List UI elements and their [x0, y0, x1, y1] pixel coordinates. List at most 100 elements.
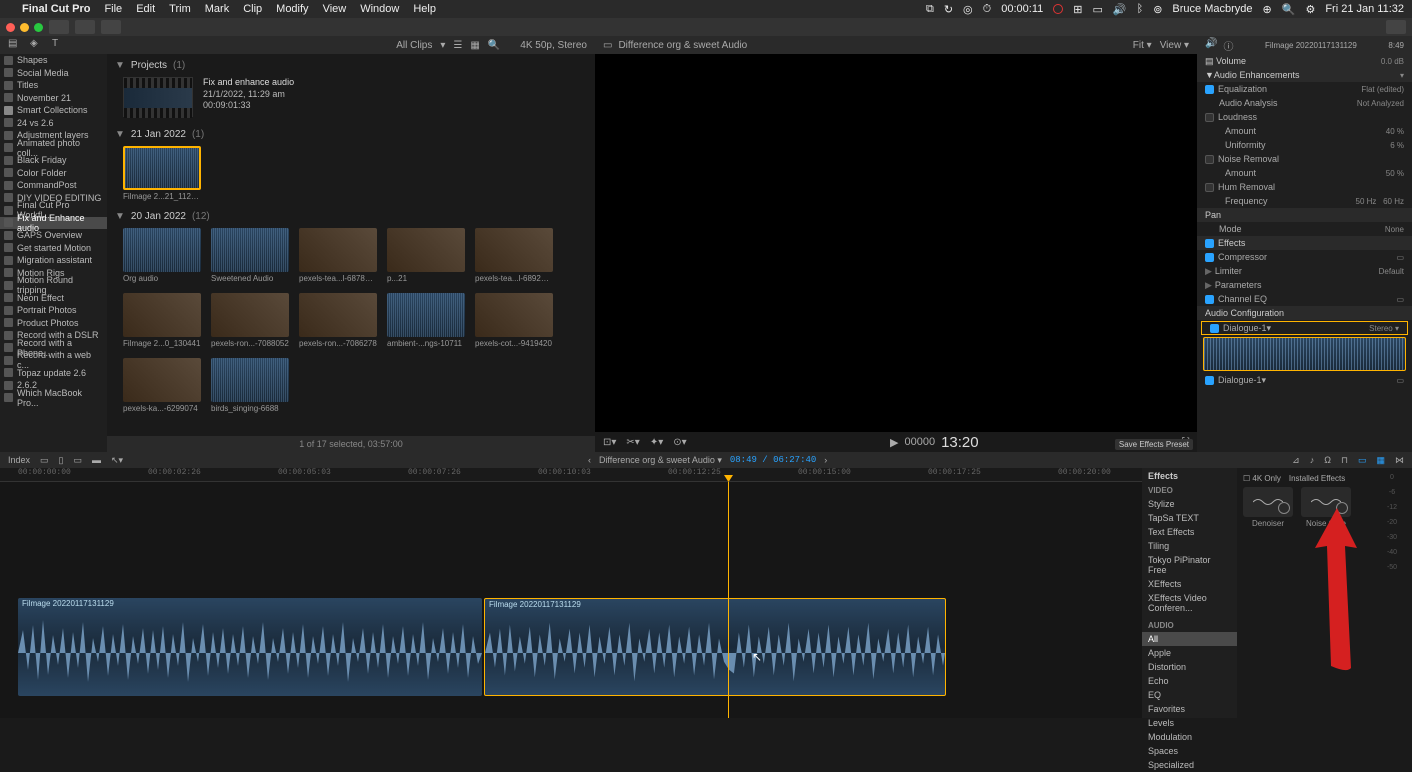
- disclosure-icon[interactable]: ▼: [115, 129, 125, 140]
- audio-inspector-icon[interactable]: 🔊: [1205, 38, 1217, 53]
- effect-category[interactable]: Modulation: [1142, 730, 1237, 744]
- index-button[interactable]: Index: [8, 455, 30, 465]
- menu-file[interactable]: File: [104, 3, 122, 15]
- params-disclosure[interactable]: ▶: [1205, 280, 1212, 291]
- sidebar-item[interactable]: Color Folder: [0, 167, 107, 180]
- effect-category[interactable]: Tokyo PiPinator Free: [1142, 553, 1237, 577]
- zoom-window-icon[interactable]: [34, 23, 43, 32]
- clip-item[interactable]: pexels-tea...l-6892918: [475, 228, 553, 283]
- compressor-checkbox[interactable]: [1205, 253, 1214, 262]
- timeline-title[interactable]: Difference org & sweet Audio ▾: [599, 455, 722, 466]
- effect-category[interactable]: Specialized: [1142, 758, 1237, 772]
- tool-select-icon[interactable]: ↖▾: [111, 455, 123, 466]
- retime-tool-icon[interactable]: ⊙▾: [673, 437, 686, 448]
- import-button[interactable]: [49, 20, 69, 34]
- menu-clip[interactable]: Clip: [243, 3, 262, 15]
- sidebar-item[interactable]: Titles: [0, 79, 107, 92]
- audio-skim-icon[interactable]: ♪: [1310, 455, 1315, 465]
- cheq-checkbox[interactable]: [1205, 295, 1214, 304]
- clock-date[interactable]: Fri 21 Jan 11:32: [1325, 3, 1404, 15]
- clip-item[interactable]: pexels-ron...-7086278: [299, 293, 377, 348]
- effect-category[interactable]: EQ: [1142, 688, 1237, 702]
- solo-icon[interactable]: Ω: [1324, 455, 1331, 465]
- snap-icon[interactable]: ⊓: [1341, 455, 1348, 466]
- timeline-clip-2[interactable]: Filmage 20220117131129: [484, 598, 946, 696]
- transform-tool-icon[interactable]: ⊡▾: [603, 437, 616, 448]
- menu-view[interactable]: View: [323, 3, 347, 15]
- clip-item[interactable]: birds_singing-6688: [211, 358, 289, 413]
- clip-item[interactable]: Org audio: [123, 228, 201, 283]
- viewer-canvas[interactable]: [595, 54, 1197, 432]
- menu-edit[interactable]: Edit: [136, 3, 155, 15]
- share-button[interactable]: [1386, 20, 1406, 34]
- audio-enhancements-header[interactable]: Audio Enhancements: [1214, 70, 1300, 80]
- close-window-icon[interactable]: [6, 23, 15, 32]
- timeline-ruler[interactable]: 00:00:00:0000:00:02:2600:00:05:0300:00:0…: [0, 468, 1142, 482]
- effect-category[interactable]: XEffects: [1142, 577, 1237, 591]
- skimming-icon[interactable]: ⊿: [1292, 455, 1300, 466]
- menu-window[interactable]: Window: [360, 3, 399, 15]
- timeline-clip-1[interactable]: Filmage 20220117131129: [18, 598, 482, 696]
- clip-appearance-icon[interactable]: ▦: [470, 40, 479, 51]
- projects-header[interactable]: ▼ Projects (1): [115, 58, 587, 73]
- record-icon[interactable]: [1053, 4, 1063, 14]
- effect-category[interactable]: Levels: [1142, 716, 1237, 730]
- sidebar-item[interactable]: Record with a web c...: [0, 354, 107, 367]
- limiter-preset[interactable]: Default: [1379, 267, 1404, 276]
- sidebar-item[interactable]: Portrait Photos: [0, 304, 107, 317]
- menu-help[interactable]: Help: [413, 3, 436, 15]
- 4k-toggle[interactable]: ☐ 4K Only: [1243, 474, 1281, 483]
- menu-trim[interactable]: Trim: [169, 3, 191, 15]
- titles-icon[interactable]: T: [52, 38, 66, 52]
- clip-item[interactable]: Sweetened Audio: [211, 228, 289, 283]
- sidebar-item[interactable]: Fix and Enhance audio: [0, 217, 107, 230]
- fit-menu[interactable]: Fit ▾: [1133, 40, 1152, 51]
- cheq-edit-icon[interactable]: ▭: [1396, 295, 1404, 304]
- clock-icon[interactable]: ⏱: [983, 3, 992, 16]
- info-inspector-icon[interactable]: ⓘ: [1223, 38, 1233, 53]
- noise-checkbox[interactable]: [1205, 155, 1214, 164]
- project-item[interactable]: Fix and enhance audio 21/1/2022, 11:29 a…: [115, 73, 587, 127]
- clip-item[interactable]: pexels-cot...-9419420: [475, 293, 553, 348]
- pan-mode[interactable]: None: [1385, 225, 1404, 234]
- clip-item[interactable]: pexels-ron...-7088052: [211, 293, 289, 348]
- timeline-view-icon[interactable]: ▭: [1358, 455, 1367, 466]
- search-icon[interactable]: 🔍: [488, 40, 500, 51]
- enhance-tool-icon[interactable]: ✦▾: [650, 437, 663, 448]
- clip-item[interactable]: p...21: [387, 228, 465, 283]
- sound-icon[interactable]: 🔊: [1113, 3, 1127, 16]
- sidebar-item[interactable]: Which MacBook Pro...: [0, 392, 107, 405]
- refresh-icon[interactable]: ↻: [944, 3, 953, 16]
- timeline-tracks[interactable]: Filmage 20220117131129 Filmage 202201171…: [0, 482, 1142, 718]
- sidebar-item[interactable]: Shapes: [0, 54, 107, 67]
- bluetooth-icon[interactable]: ᛒ: [1137, 3, 1144, 15]
- transitions-icon[interactable]: ⋈: [1395, 455, 1404, 466]
- wifi-icon[interactable]: ⊚: [1153, 3, 1162, 16]
- sidebar-item[interactable]: November 21: [0, 92, 107, 105]
- spotlight-icon[interactable]: ⊕: [1263, 3, 1272, 16]
- user-name[interactable]: Bruce Macbryde: [1172, 3, 1252, 15]
- sidebar-item[interactable]: Migration assistant: [0, 254, 107, 267]
- effect-category[interactable]: Stylize: [1142, 497, 1237, 511]
- hum-checkbox[interactable]: [1205, 183, 1214, 192]
- timeline-timecode[interactable]: 08:49 / 06:27:40: [730, 455, 816, 465]
- sidebar-item[interactable]: Animated photo coll...: [0, 142, 107, 155]
- list-view-icon[interactable]: ☰: [453, 40, 462, 51]
- menu-mark[interactable]: Mark: [205, 3, 229, 15]
- dialogue-waveform[interactable]: [1203, 337, 1406, 371]
- effect-category[interactable]: Spaces: [1142, 744, 1237, 758]
- sidebar-item[interactable]: Get started Motion: [0, 242, 107, 255]
- library-icon[interactable]: ▤: [8, 38, 22, 52]
- dialogue-channel[interactable]: Stereo: [1369, 324, 1393, 333]
- sidebar-item[interactable]: Product Photos: [0, 317, 107, 330]
- timeline-next-icon[interactable]: ›: [824, 455, 827, 465]
- playhead[interactable]: [728, 482, 729, 718]
- effect-category[interactable]: Distortion: [1142, 660, 1237, 674]
- keyword-button[interactable]: [75, 20, 95, 34]
- installed-filter[interactable]: Installed Effects: [1289, 474, 1345, 483]
- timeline-prev-icon[interactable]: ‹: [588, 455, 591, 465]
- uniformity-value[interactable]: 6 %: [1390, 141, 1404, 150]
- effect-category[interactable]: Favorites: [1142, 702, 1237, 716]
- photos-icon[interactable]: ◈: [30, 38, 44, 52]
- search-icon[interactable]: 🔍: [1282, 3, 1296, 16]
